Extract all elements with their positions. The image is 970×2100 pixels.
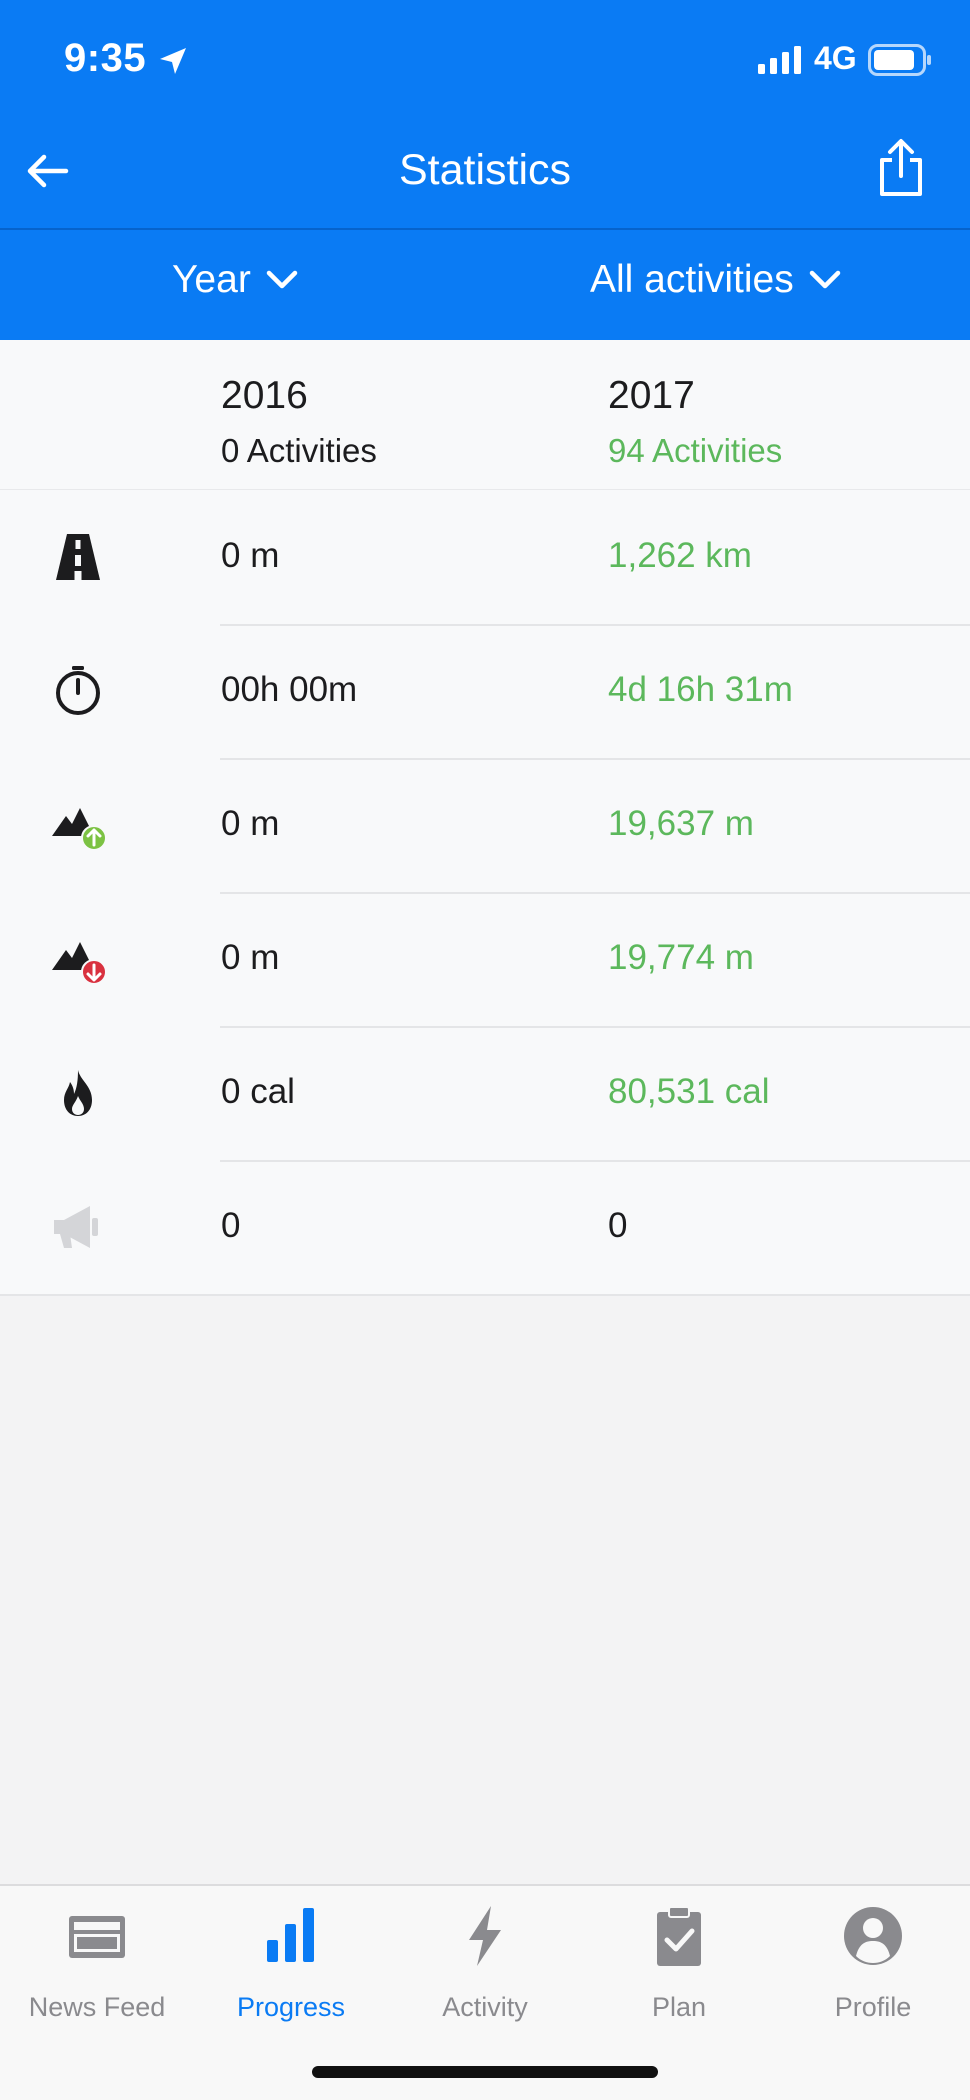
tab-progress[interactable]: Progress	[194, 1886, 388, 2026]
person-icon	[844, 1907, 902, 1965]
chevron-down-icon	[266, 270, 298, 289]
tab-news-feed[interactable]: News Feed	[0, 1886, 194, 2026]
value-2017: 0	[608, 1206, 628, 1245]
location-arrow-icon	[160, 48, 186, 74]
megaphone-icon	[54, 1206, 98, 1248]
tab-plan[interactable]: Plan	[582, 1886, 776, 2026]
network-type: 4G	[814, 40, 857, 76]
year-header-row: 2016 0 Activities 2017 94 Activities	[0, 340, 970, 490]
tab-label: Plan	[651, 1992, 707, 2022]
elevation-loss-row: 0 m 19,774 m	[0, 892, 970, 1026]
activity-type-dropdown[interactable]: All activities	[590, 258, 842, 302]
tab-label: News Feed	[28, 1992, 166, 2022]
clipboard-check-icon	[657, 1906, 701, 1966]
period-dropdown[interactable]: Year	[172, 258, 299, 302]
value-2017: 1,262 km	[608, 536, 752, 575]
elevation-loss-icon	[52, 942, 106, 984]
tab-label: Activity	[442, 1992, 528, 2022]
newspaper-icon	[69, 1916, 125, 1958]
year-label: 2016	[221, 374, 308, 417]
value-2016: 0 cal	[221, 1072, 295, 1111]
signal-strength-icon	[758, 46, 801, 74]
year-label: 2017	[608, 374, 695, 417]
status-time: 9:35	[64, 36, 147, 80]
activity-count: 0 Activities	[221, 432, 377, 469]
lightning-icon	[469, 1906, 501, 1966]
value-2017: 19,637 m	[608, 804, 754, 843]
home-indicator[interactable]	[312, 2066, 658, 2078]
elevation-gain-icon	[52, 808, 106, 850]
statistics-table: 2016 0 Activities 2017 94 Activities 0 m…	[0, 340, 970, 1296]
activity-count: 94 Activities	[608, 432, 783, 469]
distance-row: 0 m 1,262 km	[0, 490, 970, 624]
tab-profile[interactable]: Profile	[776, 1886, 970, 2026]
road-icon	[56, 534, 100, 580]
chevron-down-icon	[809, 270, 840, 289]
value-2016: 0 m	[221, 536, 280, 575]
elevation-gain-row: 0 m 19,637 m	[0, 758, 970, 892]
duration-row: 00h 00m 4d 16h 31m	[0, 624, 970, 758]
bar-chart-icon	[267, 1908, 314, 1962]
tab-label: Profile	[834, 1992, 912, 2022]
filter-bar: Year All activities	[0, 230, 970, 340]
status-bar: 9:35 4G	[0, 0, 970, 120]
stopwatch-icon	[56, 666, 100, 715]
value-2017: 19,774 m	[608, 938, 754, 977]
flame-icon	[64, 1070, 92, 1116]
value-2017: 4d 16h 31m	[608, 670, 793, 709]
tab-activity[interactable]: Activity	[388, 1886, 582, 2026]
tab-label: Progress	[236, 1992, 346, 2022]
period-label: Year	[172, 258, 251, 301]
value-2017: 80,531 cal	[608, 1072, 770, 1111]
calories-row: 0 cal 80,531 cal	[0, 1026, 970, 1160]
value-2016: 0	[221, 1206, 241, 1245]
activity-type-label: All activities	[590, 258, 794, 301]
battery-icon	[868, 44, 931, 76]
share-icon[interactable]	[874, 138, 928, 198]
value-2016: 00h 00m	[221, 670, 358, 709]
value-2016: 0 m	[221, 938, 280, 977]
value-2016: 0 m	[221, 804, 280, 843]
page-title: Statistics	[398, 146, 572, 194]
announcements-row: 0 0	[0, 1160, 970, 1294]
navigation-bar: Statistics	[0, 120, 970, 228]
